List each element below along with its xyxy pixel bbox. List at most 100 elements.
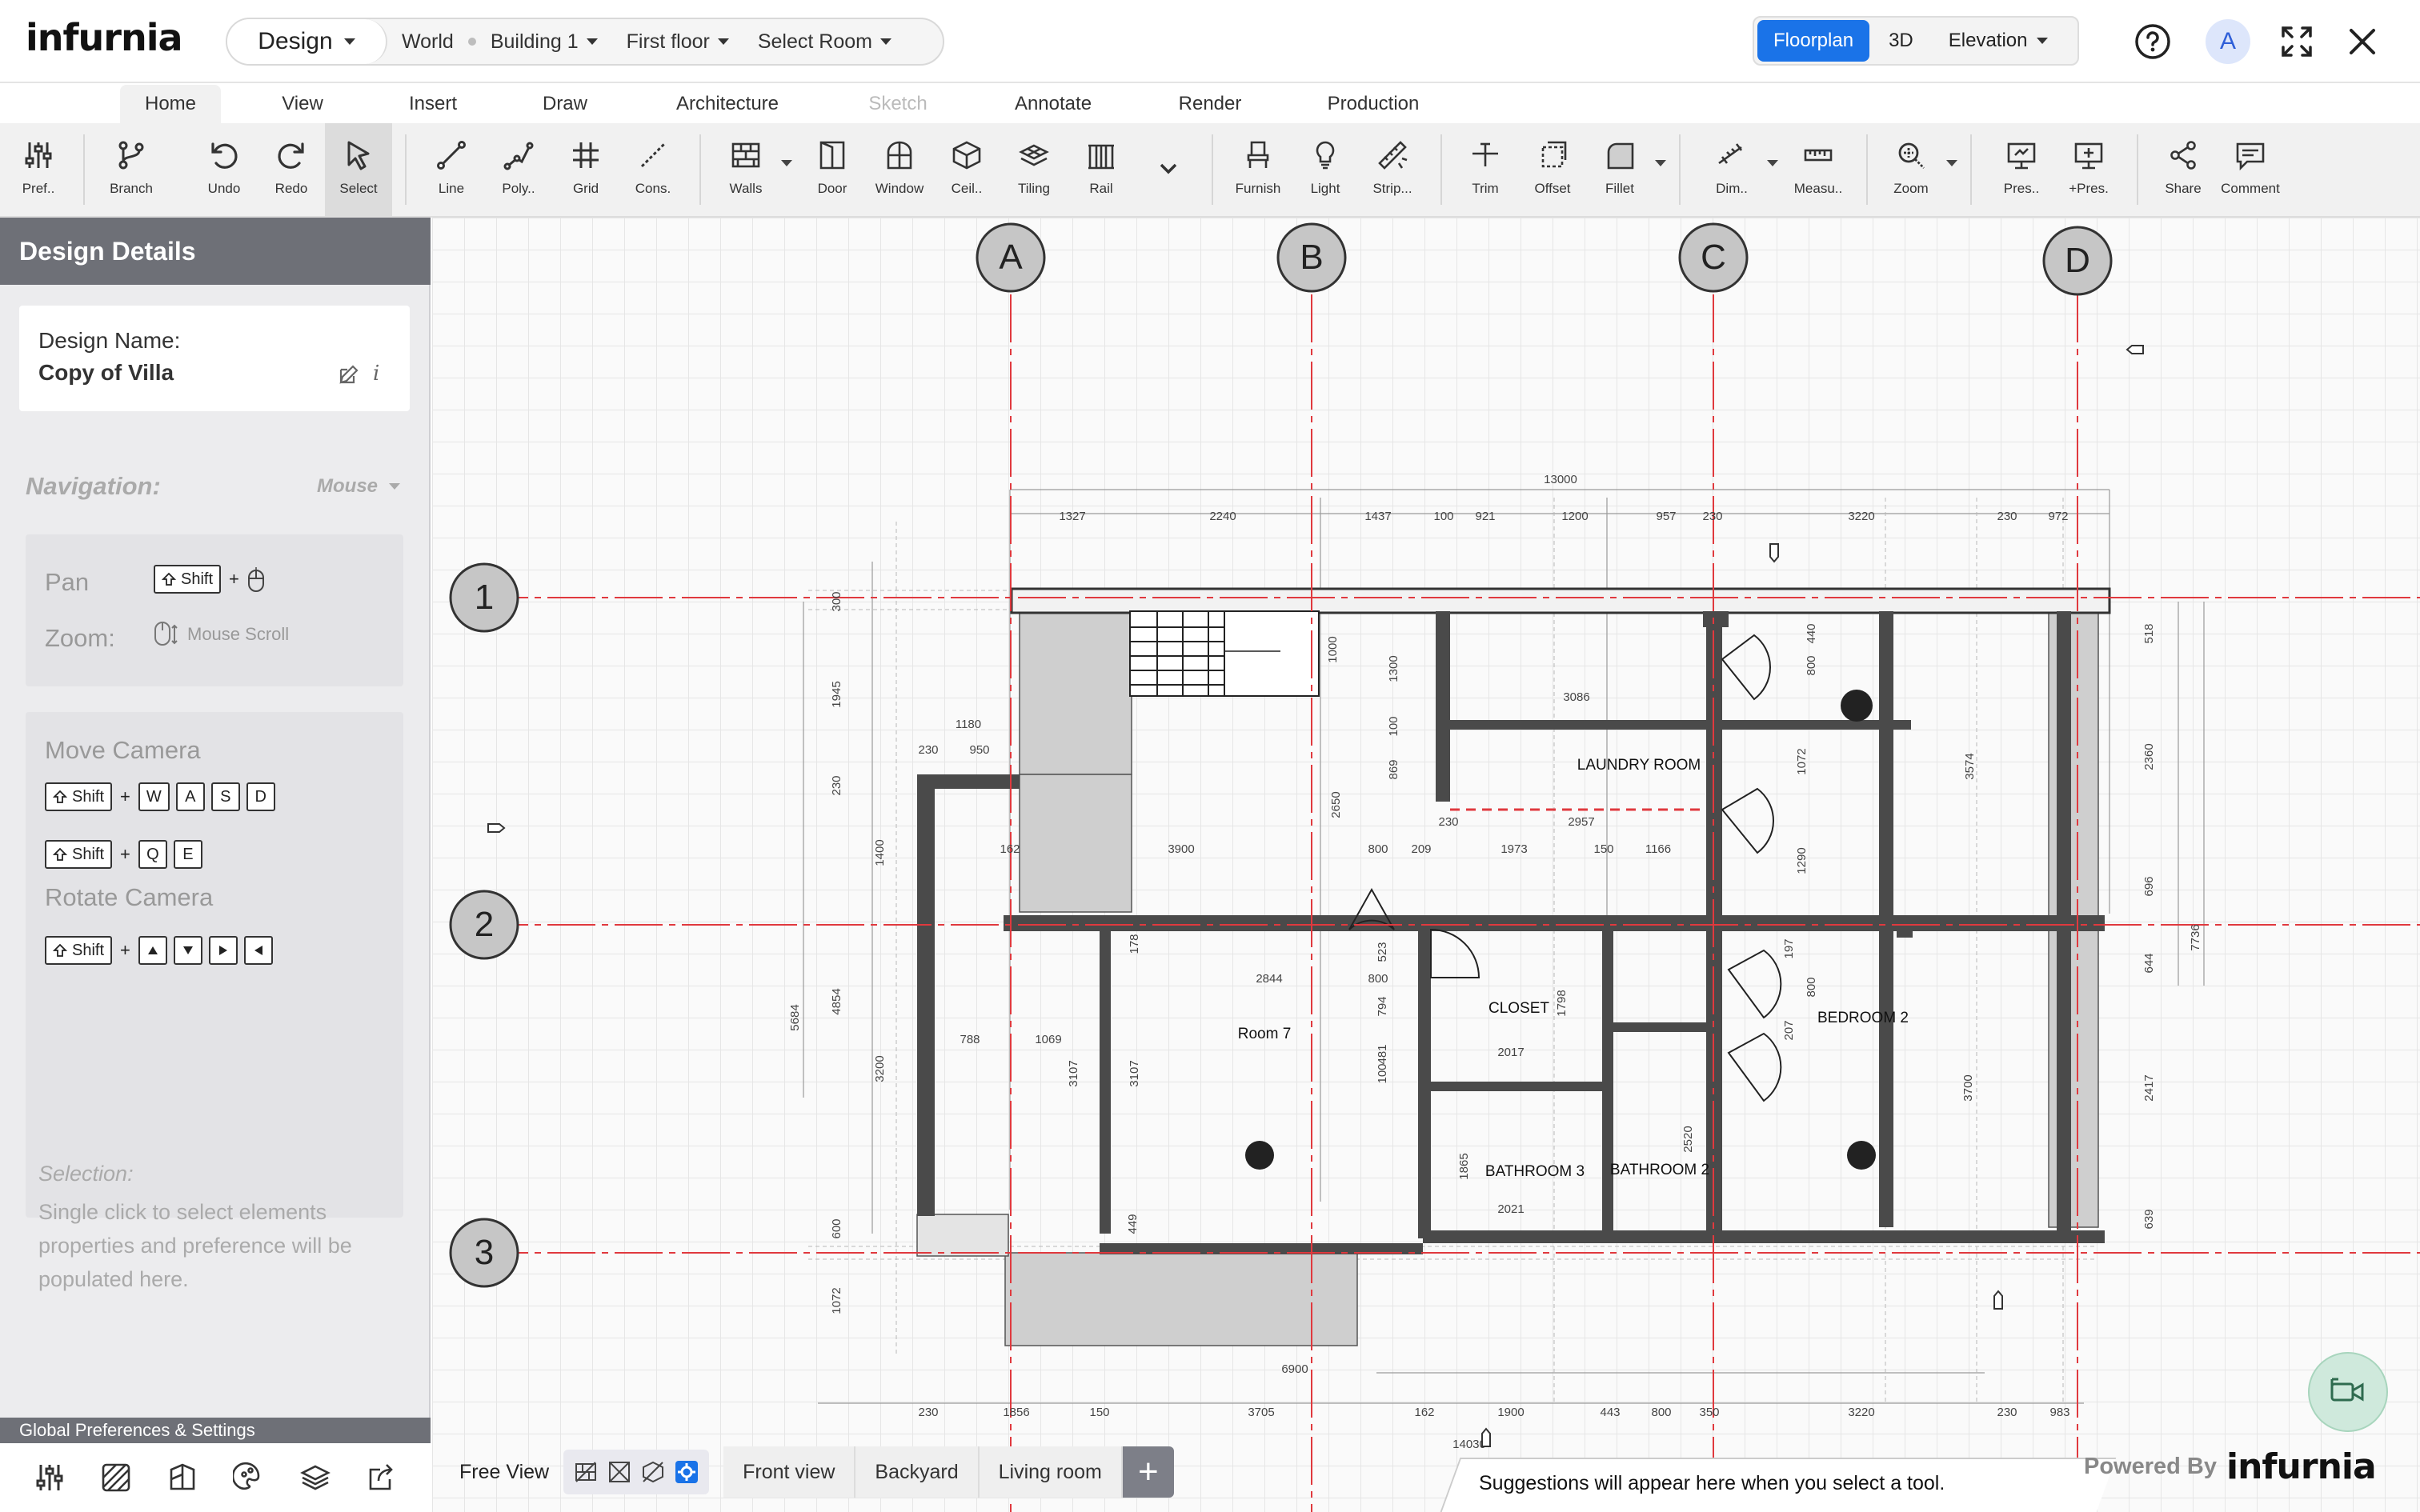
dimension-label: 230	[918, 743, 938, 757]
camera-view-button[interactable]	[2308, 1352, 2388, 1432]
door-button[interactable]: Door	[799, 123, 866, 216]
line-button[interactable]: Line	[418, 123, 485, 216]
vertical-dimension-labels: 1865 1798 2520 3107 3107 449 3700 1072 1…	[788, 591, 2202, 1314]
dimension-button[interactable]: Dim..	[1698, 123, 1765, 216]
select-button[interactable]: Select	[325, 123, 392, 216]
tool-label: Select	[339, 181, 378, 196]
tool-label: Line	[438, 181, 465, 196]
comment-button[interactable]: Comment	[2217, 123, 2284, 216]
view-settings-icon[interactable]	[674, 1459, 699, 1485]
mode-dropdown[interactable]: Design	[227, 19, 387, 64]
design-name-value: Copy of Villa	[38, 360, 174, 385]
tab-view[interactable]: View	[261, 85, 344, 123]
furnish-button[interactable]: Furnish	[1224, 123, 1292, 216]
share-button[interactable]: Share	[2150, 123, 2217, 216]
dimension-label: 350	[1699, 1406, 1719, 1419]
breadcrumb-building-label: Building 1	[490, 30, 579, 53]
offset-button[interactable]: Offset	[1519, 123, 1586, 216]
light-button[interactable]: Light	[1292, 123, 1359, 216]
hide-hatch-icon[interactable]	[607, 1459, 632, 1485]
grid-label-1: 1	[475, 578, 494, 617]
tab-insert[interactable]: Insert	[391, 85, 475, 123]
tab-architecture[interactable]: Architecture	[658, 85, 797, 123]
info-icon[interactable]: i	[373, 362, 379, 386]
tab-render[interactable]: Render	[1165, 85, 1255, 123]
chevron-down-icon[interactable]	[1767, 160, 1778, 166]
chevron-down-icon[interactable]	[1946, 160, 1957, 166]
grid-button[interactable]: Grid	[552, 123, 619, 216]
paint-icon[interactable]	[232, 1462, 265, 1494]
branch-button[interactable]: Branch	[98, 123, 165, 216]
ceiling-button[interactable]: Ceil..	[933, 123, 1000, 216]
add-presentation-button[interactable]: +Pres.	[2055, 123, 2122, 216]
hide-ceiling-icon[interactable]	[640, 1459, 666, 1485]
shift-key-label: Shift	[72, 941, 105, 959]
view-floorplan-button[interactable]: Floorplan	[1757, 20, 1870, 62]
grid-bubbles: A B C D 1 2 3	[449, 222, 2113, 1288]
separator-dot-icon	[467, 38, 476, 46]
edit-icon[interactable]	[338, 363, 360, 386]
presentation-button[interactable]: Pres..	[1988, 123, 2055, 216]
fullscreen-icon[interactable]	[2274, 19, 2319, 64]
toolbar-divider	[1212, 134, 1213, 205]
rail-button[interactable]: Rail	[1068, 123, 1135, 216]
window-button[interactable]: Window	[866, 123, 933, 216]
tiling-button[interactable]: Tiling	[1000, 123, 1068, 216]
export-icon[interactable]	[366, 1462, 398, 1494]
dimension-label: 3086	[1563, 690, 1589, 704]
strip-light-button[interactable]: Strip...	[1359, 123, 1426, 216]
tab-draw[interactable]: Draw	[525, 85, 605, 123]
walls-button[interactable]: Walls	[712, 123, 779, 216]
settings-sliders-icon[interactable]	[34, 1462, 66, 1494]
hatch-icon[interactable]	[100, 1462, 132, 1494]
view-elevation-dropdown[interactable]: Elevation	[1933, 20, 2065, 62]
breadcrumb-world[interactable]: World	[387, 30, 468, 54]
user-avatar[interactable]: A	[2206, 19, 2250, 64]
view-elevation-label: Elevation	[1948, 30, 2028, 51]
room-label-room-7: Room 7	[1238, 1026, 1292, 1042]
room-label-laundry: LAUNDRY ROOM	[1577, 757, 1701, 774]
breadcrumb-room[interactable]: Select Room	[743, 30, 906, 54]
undo-button[interactable]: Undo	[190, 123, 258, 216]
grid-label-3: 3	[475, 1233, 494, 1272]
breadcrumb-world-label: World	[402, 30, 454, 53]
marker-icon	[1481, 1427, 1491, 1447]
chevron-down-icon[interactable]	[1655, 160, 1666, 166]
toolbar-divider	[699, 134, 701, 205]
tab-annotate[interactable]: Annotate	[997, 85, 1109, 123]
global-preferences-label: Global Preferences & Settings	[0, 1418, 431, 1443]
tab-home[interactable]: Home	[120, 85, 221, 123]
help-icon[interactable]	[2130, 19, 2175, 64]
hide-walls-icon[interactable]	[573, 1459, 599, 1485]
floorplan-canvas[interactable]: A B C D 1 2 3 LAUNDRY ROOM Room 7 CLOSET…	[432, 218, 2420, 1512]
navigation-mode-dropdown[interactable]: Mouse	[317, 475, 401, 498]
dimension-label: 972	[2048, 510, 2068, 523]
redo-button[interactable]: Redo	[258, 123, 325, 216]
construction-line-button[interactable]: Cons.	[619, 123, 687, 216]
more-tools-chevron-icon[interactable]	[1159, 162, 1178, 176]
add-view-button[interactable]: +	[1122, 1446, 1174, 1498]
tab-production[interactable]: Production	[1312, 85, 1434, 123]
view-tab-living-room[interactable]: Living room	[979, 1446, 1123, 1498]
chevron-down-icon	[343, 38, 355, 45]
plus-sign: +	[120, 940, 130, 960]
chevron-down-icon[interactable]	[781, 160, 792, 166]
trim-button[interactable]: Trim	[1452, 123, 1519, 216]
close-icon[interactable]	[2340, 19, 2385, 64]
measure-button[interactable]: Measu..	[1785, 123, 1852, 216]
view-tab-backyard[interactable]: Backyard	[855, 1446, 980, 1498]
material-icon[interactable]	[166, 1462, 198, 1494]
dimension-label: 800	[1368, 842, 1388, 856]
layers-icon[interactable]	[299, 1462, 331, 1494]
view-3d-button[interactable]: 3D	[1873, 20, 1929, 62]
tool-label: Trim	[1472, 181, 1499, 196]
dimension-label: 197	[1782, 938, 1796, 958]
view-tab-front[interactable]: Front view	[723, 1446, 856, 1498]
zoom-button[interactable]: Zoom	[1877, 123, 1945, 216]
preferences-button[interactable]: Pref..	[5, 123, 72, 216]
polyline-button[interactable]: Poly..	[485, 123, 552, 216]
fillet-button[interactable]: Fillet	[1586, 123, 1653, 216]
breadcrumb-building[interactable]: Building 1	[476, 30, 612, 54]
tool-label: Branch	[110, 181, 153, 196]
breadcrumb-floor[interactable]: First floor	[612, 30, 743, 54]
